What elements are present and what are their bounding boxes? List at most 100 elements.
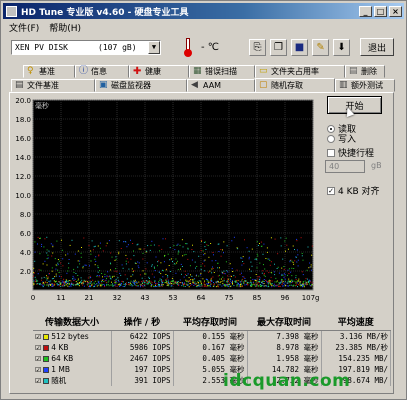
copy-screenshot-icon[interactable]: ❐ — [270, 38, 288, 56]
scatter-point — [296, 282, 298, 284]
drive-select[interactable]: XEN PV DISK (107 gB) ▼ — [11, 39, 161, 55]
title-bar[interactable]: HD Tune 专业版 v4.60 - 硬盘专业工具 _ □ × — [3, 3, 404, 19]
maximize-button[interactable]: □ — [374, 5, 387, 17]
scatter-point — [288, 273, 290, 275]
window-title: HD Tune 专业版 v4.60 - 硬盘专业工具 — [21, 7, 189, 18]
scatter-point — [204, 285, 206, 287]
scatter-point — [101, 284, 103, 285]
check-icon[interactable]: ☑ — [35, 366, 41, 374]
tab-health[interactable]: ✚ 健康 — [129, 65, 189, 78]
scatter-point — [277, 253, 279, 255]
scatter-point — [121, 264, 123, 266]
copy-text-icon[interactable]: ⎘ — [249, 38, 267, 56]
scatter-point — [132, 274, 134, 276]
scatter-point — [119, 272, 121, 274]
tab-file-benchmark[interactable]: ▤ 文件基准 — [11, 79, 95, 92]
scatter-point — [293, 268, 295, 269]
align-checkbox[interactable]: ✓ — [327, 186, 335, 195]
scatter-point — [97, 267, 99, 268]
minimize-button[interactable]: _ — [359, 5, 372, 17]
scatter-point — [188, 277, 190, 279]
scatter-point — [283, 266, 285, 267]
tab-label: 删除 — [361, 67, 377, 76]
scatter-point — [34, 272, 35, 274]
benchmark-icon: ♀ — [27, 66, 34, 76]
scatter-point — [183, 254, 185, 256]
tab-info[interactable]: ⓘ 信息 — [75, 65, 129, 78]
scatter-point — [60, 262, 62, 264]
scatter-point — [138, 262, 140, 264]
scatter-point — [126, 246, 128, 248]
scatter-point — [111, 276, 113, 278]
tab-folder-usage[interactable]: ▭ 文件夹占用率 — [255, 65, 345, 78]
scatter-point — [57, 262, 59, 264]
scatter-plot: 20.0 18.0 16.0 14.0 12.0 10.0 8.0 6.0 4.0 2.0 0 11 2… — [15, 97, 324, 302]
scatter-point — [89, 275, 91, 277]
scatter-point — [65, 279, 67, 281]
col-avg-access: 平均存取时间 — [173, 314, 247, 331]
row-label: 4 KB — [51, 343, 69, 352]
check-icon[interactable]: ☑ — [35, 377, 41, 385]
close-button[interactable]: × — [389, 5, 402, 17]
scatter-point — [137, 261, 139, 263]
download-arrow-icon[interactable]: ⬇ — [333, 38, 351, 56]
scatter-point — [289, 261, 291, 263]
scatter-point — [53, 277, 55, 279]
tab-disk-monitor[interactable]: ▣ 磁盘监视器 — [95, 79, 187, 92]
scatter-point — [204, 265, 206, 267]
scatter-point — [73, 277, 75, 279]
scatter-point — [134, 279, 136, 281]
scatter-point — [297, 286, 298, 288]
check-icon[interactable]: ☑ — [35, 333, 41, 341]
scatter-point — [254, 280, 256, 282]
tab-label: 磁盘监视器 — [111, 81, 151, 90]
scatter-point — [162, 282, 164, 284]
scatter-point — [47, 257, 49, 259]
scatter-point — [122, 267, 124, 269]
scatter-point — [51, 267, 53, 269]
menu-file[interactable]: 文件(F) — [9, 21, 39, 34]
write-radio[interactable] — [327, 134, 335, 143]
scatter-point — [144, 285, 146, 287]
tab-extra-tests[interactable]: ▥ 额外测试 — [335, 79, 395, 92]
scatter-point — [38, 283, 40, 285]
check-icon[interactable]: ☑ — [35, 344, 41, 352]
tab-benchmark[interactable]: ♀ 基准 — [23, 65, 75, 78]
scatter-point — [129, 282, 131, 284]
scatter-point — [241, 264, 243, 266]
menu-help[interactable]: 帮助(H) — [49, 21, 81, 34]
scatter-point — [281, 279, 283, 280]
scatter-point — [146, 250, 148, 252]
scatter-point — [194, 283, 196, 285]
write-option[interactable]: 写入 — [327, 132, 356, 145]
check-icon[interactable]: ☑ — [35, 355, 41, 363]
scatter-point — [260, 282, 262, 283]
save-icon[interactable]: ■ — [291, 38, 309, 56]
quick-stroke-checkbox[interactable] — [327, 148, 335, 157]
scatter-point — [308, 280, 309, 282]
scatter-point — [44, 284, 45, 286]
scatter-point — [101, 279, 103, 281]
options-icon[interactable]: ✎ — [312, 38, 330, 56]
align-option[interactable]: ✓ 4 KB 对齐 — [327, 184, 380, 197]
tab-random-access[interactable]: ▢ 随机存取 — [255, 78, 335, 92]
start-button[interactable]: 开始 — [327, 96, 382, 114]
quick-stroke-option[interactable]: 快捷行程 — [327, 146, 374, 159]
tab-aam[interactable]: ◀ AAM — [187, 79, 255, 92]
scatter-point — [271, 286, 273, 288]
scatter-point — [213, 285, 215, 287]
chevron-down-icon[interactable]: ▼ — [148, 40, 160, 54]
tab-erase[interactable]: ▤ 删除 — [345, 65, 385, 78]
scatter-point — [92, 279, 94, 281]
scatter-point — [115, 282, 117, 284]
scatter-point — [113, 275, 115, 277]
scatter-point — [134, 283, 136, 285]
scatter-point — [53, 284, 55, 286]
quick-stroke-spinner[interactable]: 40 — [325, 160, 365, 173]
exit-button[interactable]: 退出 — [360, 38, 395, 56]
scatter-point — [172, 280, 174, 282]
scatter-point — [161, 279, 162, 281]
tab-error-scan[interactable]: ▦ 错误扫描 — [189, 65, 255, 78]
scatter-point — [187, 283, 189, 285]
scatter-point — [137, 243, 139, 245]
